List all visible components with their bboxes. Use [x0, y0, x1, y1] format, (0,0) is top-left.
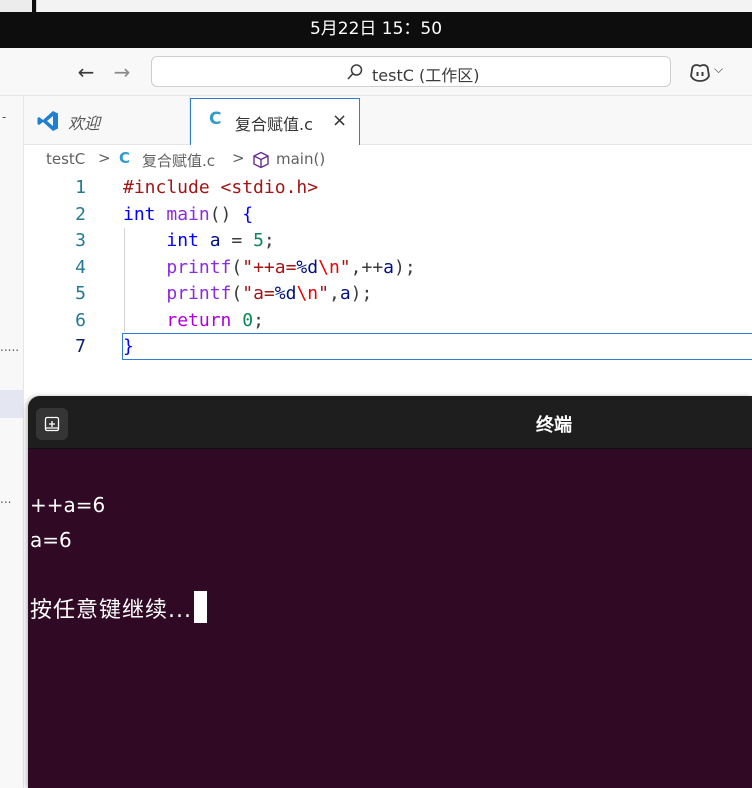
sidebar-edge: - ..... ...: [0, 96, 24, 788]
tab-label: 欢迎: [68, 114, 101, 133]
code-token: 0: [242, 309, 254, 331]
code-token: (: [231, 256, 243, 278]
code-line[interactable]: 4 printf("++a=%d\n",++a);: [24, 257, 752, 284]
code-token: {: [242, 203, 254, 225]
line-number: 5: [75, 283, 86, 304]
close-icon[interactable]: ×: [332, 110, 347, 131]
code-token: \n: [318, 256, 340, 278]
code-token: a: [383, 256, 394, 278]
code-token: \n: [296, 283, 319, 304]
terminal-prompt-line: 按任意键继续...: [30, 591, 207, 624]
code-token: int: [123, 203, 167, 225]
method-cube-icon: [253, 151, 269, 169]
breadcrumb-file[interactable]: 复合赋值.c: [142, 150, 215, 171]
code-token: ;: [263, 230, 275, 251]
code-token: (: [231, 283, 243, 304]
title-bar: ← → testC (工作区) ⌵: [0, 48, 752, 96]
breadcrumb-folder[interactable]: testC: [46, 150, 85, 168]
chevron-down-icon[interactable]: ⌵: [714, 62, 723, 77]
terminal-output-line: ++a=6: [30, 493, 106, 517]
code-text: #include <stdio.h>: [123, 177, 318, 198]
code-text: printf("++a=%d\n",++a);: [123, 256, 416, 278]
line-number: 1: [75, 177, 86, 198]
system-clock[interactable]: 5月22日 15：50: [0, 14, 752, 39]
breadcrumb: testC > C 复合赋值.c > main(): [24, 146, 752, 174]
code-token: ;: [253, 309, 264, 331]
breadcrumb-symbol[interactable]: main(): [276, 150, 325, 168]
tab-label: 复合赋值.c: [235, 115, 313, 134]
code-token: <stdio.h>: [220, 177, 319, 198]
code-token: 5: [253, 230, 264, 251]
code-token: "++a=: [242, 256, 297, 278]
editor-tab-bar: 欢迎 C 复合赋值.c ×: [24, 96, 752, 145]
code-token: (): [209, 203, 243, 225]
code-token: %d: [274, 283, 297, 304]
code-token: );: [394, 256, 416, 278]
code-token: %d: [296, 256, 319, 278]
code-token: printf: [166, 283, 232, 304]
code-token: ,: [328, 283, 340, 304]
code-token: ,++: [350, 256, 384, 278]
background-window-edge: [0, 0, 32, 12]
chevron-right-icon: >: [232, 149, 245, 167]
terminal-cursor: [193, 591, 207, 623]
terminal-header: 终端: [28, 396, 752, 449]
code-token: int: [166, 230, 210, 251]
arrow-left-icon[interactable]: ←: [74, 60, 98, 84]
sidebar-ellipsis: ...: [0, 492, 12, 506]
tab-file[interactable]: C 复合赋值.c ×: [190, 98, 360, 145]
current-line-highlight: [122, 333, 752, 360]
arrow-right-icon[interactable]: →: [110, 60, 134, 84]
tab-welcome[interactable]: 欢迎: [24, 96, 190, 145]
code-line[interactable]: 2 int main() {: [24, 204, 752, 231]
code-text: return 0;: [123, 310, 264, 331]
background-window-edge: [36, 0, 752, 12]
sidebar-ellipsis: .....: [0, 340, 20, 354]
copilot-icon[interactable]: [688, 60, 712, 84]
code-token: );: [350, 283, 373, 304]
line-number: 4: [75, 256, 86, 278]
c-icon: C: [119, 149, 131, 167]
sidebar-selected-row[interactable]: [0, 390, 24, 418]
code-token: a: [209, 230, 221, 251]
command-center-label: testC (工作区): [372, 66, 480, 85]
search-icon: [347, 64, 363, 80]
sidebar-arrow-icon[interactable]: -: [2, 110, 6, 124]
code-text: printf("a=%d\n",a);: [123, 283, 372, 304]
code-line[interactable]: 1 #include <stdio.h>: [24, 177, 752, 204]
code-token: #include: [123, 177, 221, 198]
terminal-output[interactable]: ++a=6 a=6 按任意键继续...: [28, 449, 752, 788]
indent-guide: [124, 228, 125, 332]
code-token: ": [318, 283, 329, 304]
code-token: return: [166, 309, 243, 331]
code-line[interactable]: 5 printf("a=%d\n",a);: [24, 283, 752, 310]
code-editor[interactable]: 1 #include <stdio.h> 2 int main() {3 int a …: [24, 174, 752, 396]
line-number: 7: [75, 336, 86, 357]
code-token: ": [339, 256, 351, 278]
code-text: int main() {: [123, 204, 253, 225]
line-number: 6: [75, 309, 86, 331]
c-icon: C: [209, 109, 222, 129]
terminal-title: 终端: [536, 415, 572, 436]
code-token: main: [166, 203, 210, 225]
terminal-prompt-text: 按任意键继续...: [30, 598, 192, 623]
code-text: int a = 5;: [123, 230, 275, 251]
terminal-window[interactable]: 终端 ++a=6 a=6 按任意键继续...: [28, 396, 752, 788]
vscode-icon: [37, 111, 58, 131]
code-line[interactable]: 3 int a = 5;: [24, 230, 752, 257]
code-token: a: [339, 283, 351, 304]
terminal-output-line: a=6: [30, 528, 72, 552]
code-token: "a=: [242, 283, 275, 304]
line-number: 3: [75, 230, 86, 251]
chevron-right-icon: >: [98, 149, 111, 167]
code-token: =: [220, 230, 254, 251]
system-top-bar: 5月22日 15：50: [0, 0, 752, 48]
command-center[interactable]: testC (工作区): [151, 56, 671, 87]
code-token: printf: [166, 256, 232, 278]
line-number: 2: [75, 203, 86, 225]
